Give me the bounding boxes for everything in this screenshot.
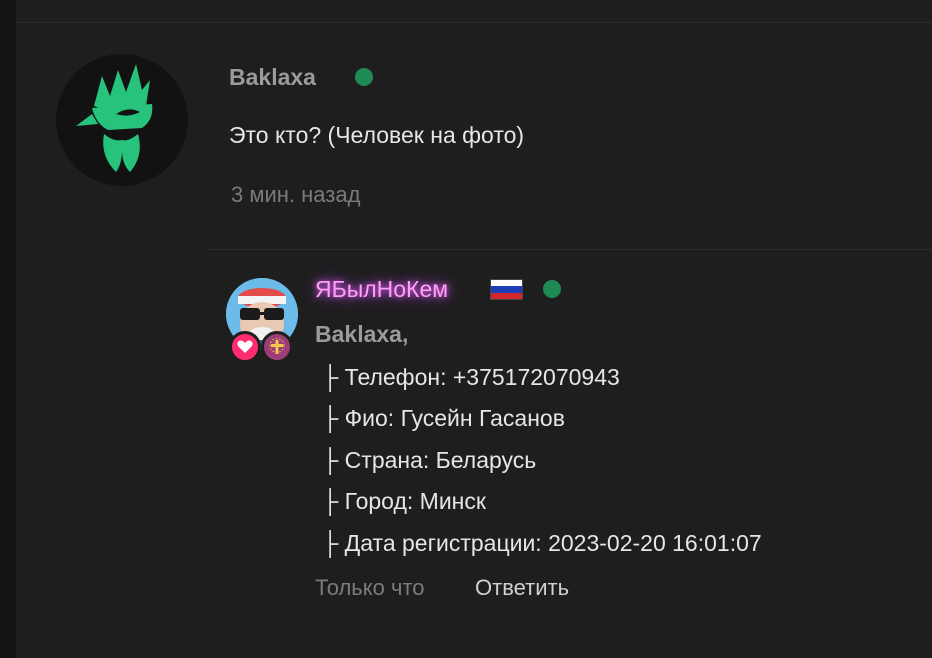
reply-line-registration: ├ Дата регистрации: 2023-02-20 16:01:07 xyxy=(322,530,762,556)
reply-divider xyxy=(208,249,932,250)
russia-flag-icon xyxy=(490,279,523,300)
reply-line-phone: ├ Телефон: +375172070943 xyxy=(322,364,620,390)
comment-username[interactable]: Baklaxa xyxy=(229,64,316,91)
comment-text: Это кто? (Человек на фото) xyxy=(229,122,525,148)
online-status-dot xyxy=(355,68,373,86)
heart-badge-icon[interactable] xyxy=(229,331,261,363)
reply-username[interactable]: ЯБылНоКем xyxy=(315,276,448,303)
reply-online-status-dot xyxy=(543,280,561,298)
reply-line-city: ├ Город: Минск xyxy=(322,488,486,514)
divider xyxy=(16,22,932,23)
comment-timestamp: 3 мин. назад xyxy=(231,182,361,207)
reply-timestamp: Только что xyxy=(315,575,425,600)
user-avatar[interactable] xyxy=(56,54,188,186)
reply-mention[interactable]: Baklaxa, xyxy=(315,321,408,348)
reply-button[interactable]: Ответить xyxy=(475,575,569,601)
rooster-logo-icon xyxy=(76,64,153,172)
reply-line-country: ├ Страна: Беларусь xyxy=(322,447,537,473)
reply-line-name: ├ Фио: Гусейн Гасанов xyxy=(322,405,565,431)
cross-badge-icon[interactable] xyxy=(261,331,293,363)
